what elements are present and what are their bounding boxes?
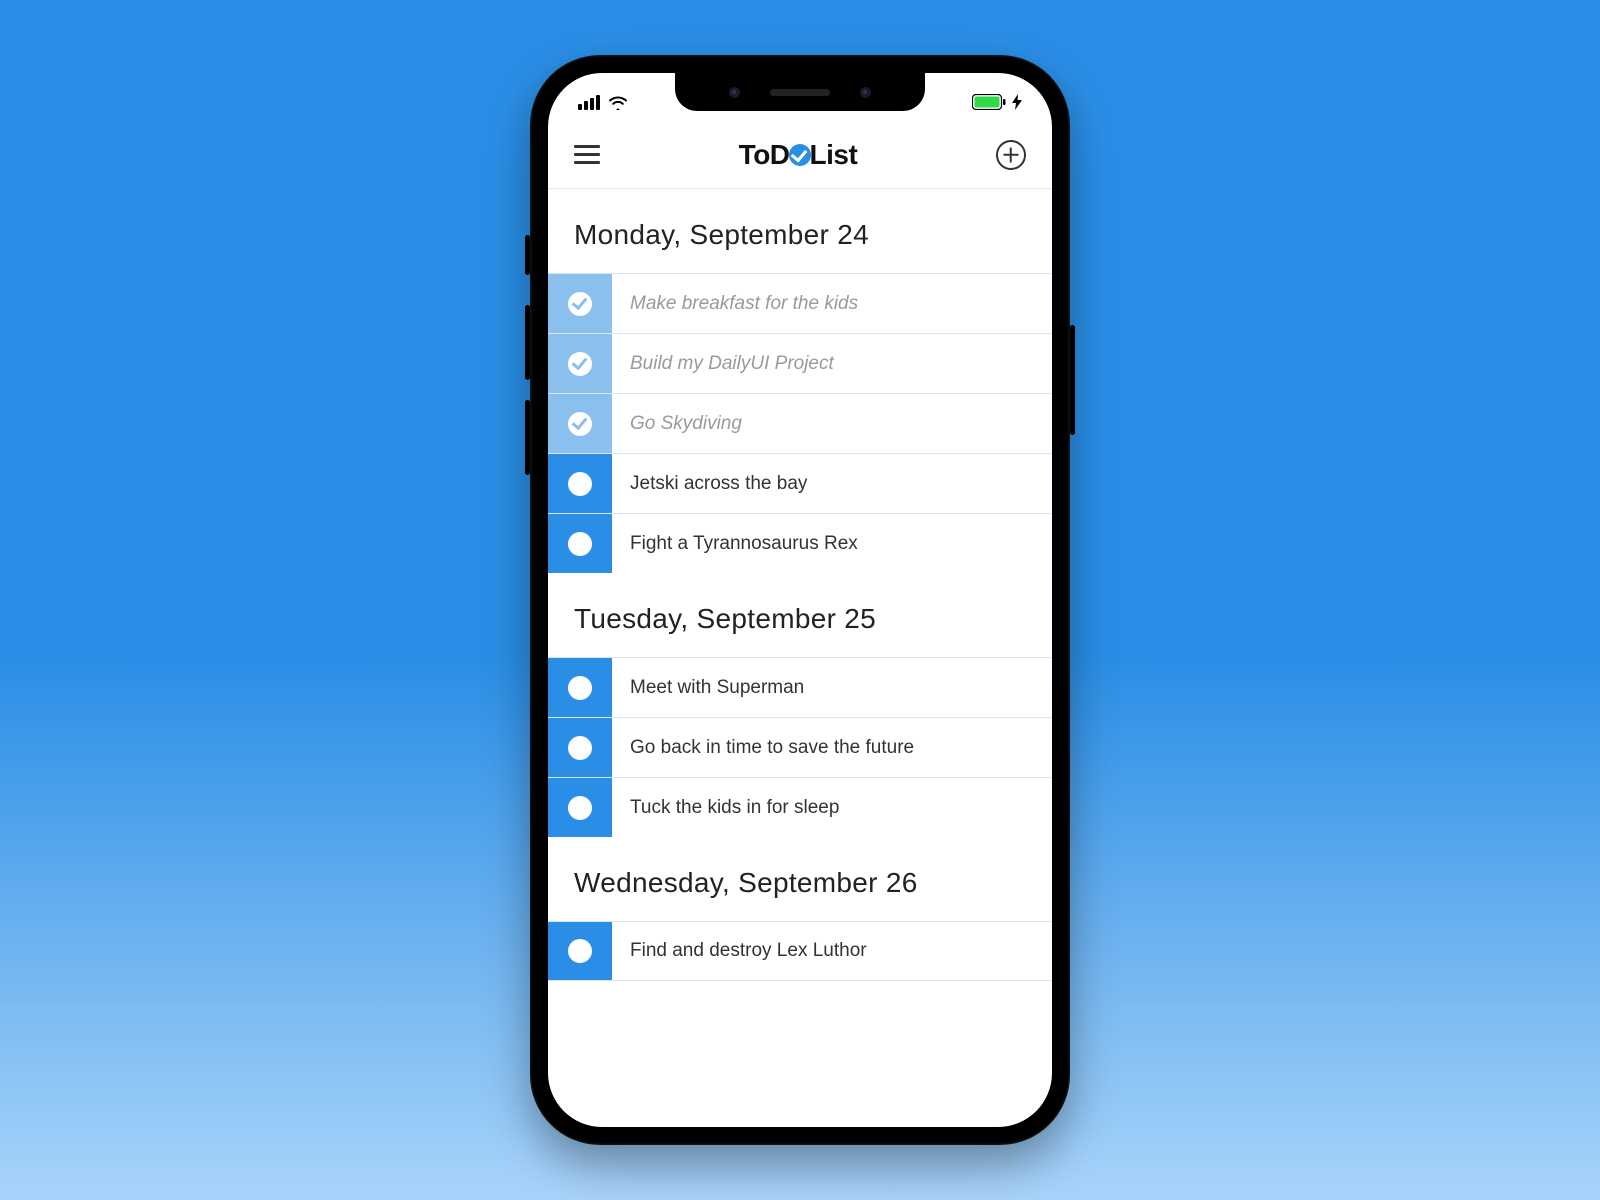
day-header: Tuesday, September 25 <box>548 573 1052 657</box>
phone-volume-down <box>525 400 530 475</box>
day-header: Monday, September 24 <box>548 189 1052 273</box>
task-label: Go back in time to save the future <box>612 718 1052 777</box>
task-label: Make breakfast for the kids <box>612 274 1052 333</box>
charging-icon <box>1012 94 1022 110</box>
phone-frame: ToD List Monday, September 24 Make breakf… <box>530 55 1070 1145</box>
menu-button[interactable] <box>574 145 600 164</box>
app-header: ToD List <box>548 121 1052 189</box>
speaker-icon <box>770 89 830 96</box>
check-icon <box>568 532 592 556</box>
phone-volume-up <box>525 305 530 380</box>
task-row[interactable]: Go Skydiving <box>548 393 1052 453</box>
task-row[interactable]: Meet with Superman <box>548 657 1052 717</box>
logo-text-prefix: ToD <box>739 139 790 170</box>
logo-text-suffix: List <box>810 139 858 170</box>
check-icon <box>568 472 592 496</box>
task-row[interactable]: Fight a Tyrannosaurus Rex <box>548 513 1052 573</box>
task-row[interactable]: Build my DailyUI Project <box>548 333 1052 393</box>
phone-notch <box>675 73 925 111</box>
check-icon <box>568 796 592 820</box>
check-icon <box>568 736 592 760</box>
front-camera-icon <box>729 87 740 98</box>
check-icon <box>568 939 592 963</box>
check-icon <box>568 292 592 316</box>
day-header: Wednesday, September 26 <box>548 837 1052 921</box>
check-icon <box>568 352 592 376</box>
task-label: Fight a Tyrannosaurus Rex <box>612 514 1052 573</box>
task-row[interactable]: Jetski across the bay <box>548 453 1052 513</box>
task-label: Meet with Superman <box>612 658 1052 717</box>
task-row[interactable]: Tuck the kids in for sleep <box>548 777 1052 837</box>
task-row[interactable]: Find and destroy Lex Luthor <box>548 921 1052 981</box>
app-logo: ToD List <box>739 139 858 171</box>
task-label: Go Skydiving <box>612 394 1052 453</box>
check-icon <box>568 412 592 436</box>
task-list[interactable]: Monday, September 24 Make breakfast for … <box>548 189 1052 1127</box>
task-checkbox[interactable] <box>548 922 612 980</box>
task-label: Jetski across the bay <box>612 454 1052 513</box>
task-checkbox[interactable] <box>548 454 612 513</box>
task-row[interactable]: Make breakfast for the kids <box>548 273 1052 333</box>
battery-icon <box>972 94 1006 110</box>
task-label: Find and destroy Lex Luthor <box>612 922 1052 980</box>
task-checkbox[interactable] <box>548 778 612 837</box>
task-checkbox[interactable] <box>548 274 612 333</box>
front-sensor-icon <box>860 87 871 98</box>
task-checkbox[interactable] <box>548 334 612 393</box>
task-checkbox[interactable] <box>548 718 612 777</box>
wifi-icon <box>608 95 628 110</box>
task-checkbox[interactable] <box>548 514 612 573</box>
phone-mute-switch <box>525 235 530 275</box>
cellular-signal-icon <box>578 95 600 110</box>
check-icon <box>568 676 592 700</box>
task-label: Build my DailyUI Project <box>612 334 1052 393</box>
task-checkbox[interactable] <box>548 658 612 717</box>
add-task-button[interactable] <box>996 140 1026 170</box>
phone-screen: ToD List Monday, September 24 Make breakf… <box>548 73 1052 1127</box>
task-row[interactable]: Go back in time to save the future <box>548 717 1052 777</box>
phone-power-button <box>1070 325 1075 435</box>
task-checkbox[interactable] <box>548 394 612 453</box>
task-label: Tuck the kids in for sleep <box>612 778 1052 837</box>
logo-check-icon <box>789 144 811 166</box>
